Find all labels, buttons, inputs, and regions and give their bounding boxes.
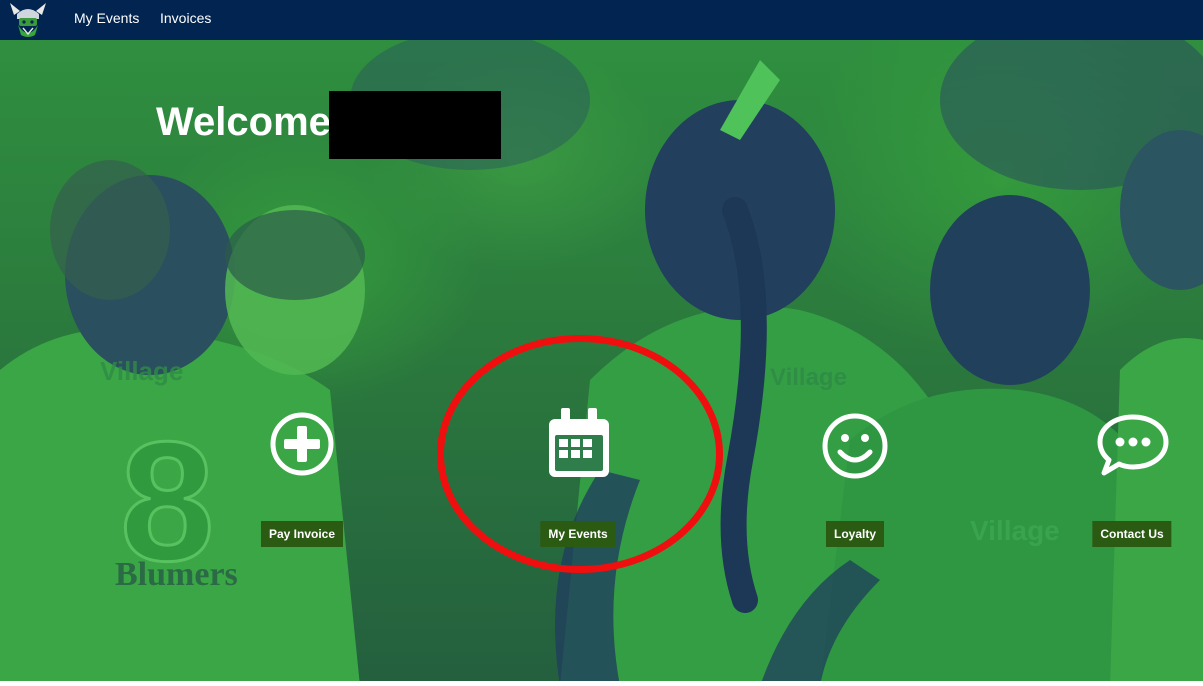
pay-invoice-button[interactable]: Pay Invoice (260, 521, 344, 547)
nav-link-invoices[interactable]: Invoices (160, 10, 211, 26)
raiders-viking-logo-icon[interactable] (8, 1, 48, 39)
svg-text:Village: Village (970, 515, 1060, 546)
nav-link-my-events[interactable]: My Events (74, 10, 139, 26)
svg-text:Blumers: Blumers (115, 556, 238, 593)
speech-bubble-icon[interactable] (1096, 413, 1170, 477)
svg-text:Village: Village (100, 356, 183, 386)
page: My Events Invoices 8 Blumers Village Vil… (0, 0, 1203, 686)
plus-circle-icon[interactable] (270, 412, 334, 476)
redacted-user-name (329, 91, 501, 159)
smiley-icon[interactable] (820, 412, 890, 480)
contact-us-button[interactable]: Contact Us (1092, 521, 1172, 547)
bottom-edge (0, 681, 1203, 686)
loyalty-button[interactable]: Loyalty (825, 521, 885, 547)
welcome-heading: Welcome (156, 100, 331, 144)
svg-text:Village: Village (770, 364, 847, 391)
top-navbar: My Events Invoices (0, 0, 1203, 40)
calendar-icon[interactable] (546, 407, 612, 481)
my-events-button[interactable]: My Events (540, 521, 616, 547)
